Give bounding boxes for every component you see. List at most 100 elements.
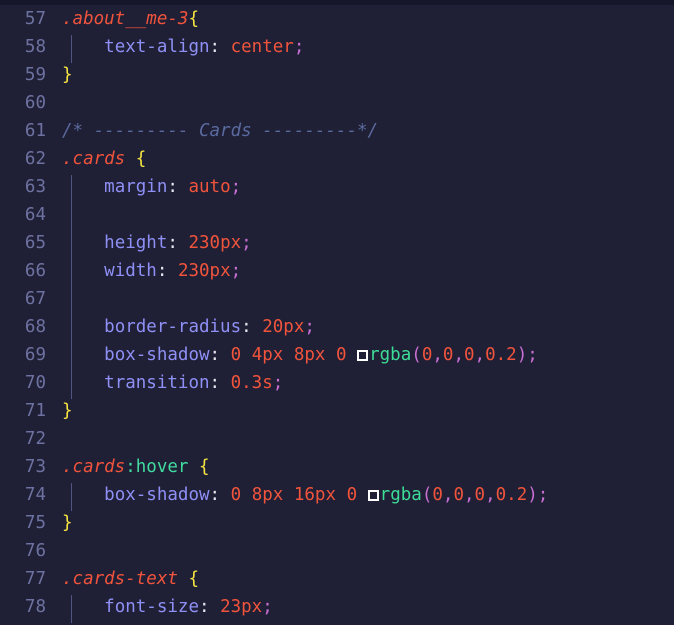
token-semi: ; [527, 345, 538, 365]
token-colon: : [241, 317, 252, 337]
indent-guide [71, 287, 72, 315]
token-val: center [230, 37, 294, 57]
token-comma: , [432, 345, 443, 365]
token-num: 0 [421, 345, 433, 365]
code-line[interactable]: 63 margin: auto; [0, 173, 674, 203]
token-brace: } [62, 65, 73, 85]
token-comma: , [442, 485, 454, 505]
code-line[interactable]: 59} [0, 61, 674, 89]
code-line[interactable]: 72 [0, 425, 674, 453]
token-num: 4px [251, 345, 284, 365]
token-val: auto [188, 177, 231, 197]
code-line[interactable]: 71} [0, 397, 674, 425]
token-prop: margin [104, 177, 168, 197]
token-prop: width [104, 261, 157, 281]
token-prop: border-radius [104, 317, 242, 337]
code-line[interactable]: 68 border-radius: 20px; [0, 313, 674, 343]
token-semi: ; [304, 317, 315, 337]
token-num: 0.3s [230, 373, 273, 393]
line-text: box-shadow: 0 8px 16px 0 rgba(0,0,0,0.2)… [62, 481, 548, 509]
token-sel: .cards [62, 457, 126, 477]
token-pseudo: :hover [125, 457, 189, 477]
code-line[interactable]: 77 .cards-text { [0, 565, 674, 593]
code-line[interactable]: 58 text-align: center; [0, 33, 674, 63]
code-line[interactable]: 65 height: 230px; [0, 229, 674, 259]
token-prop: box-shadow [104, 485, 210, 505]
token-comma: , [464, 485, 475, 505]
line-text: } [62, 61, 73, 89]
code-line[interactable]: 75} [0, 509, 674, 537]
code-line[interactable]: 76 [0, 537, 674, 565]
line-text: width: 230px; [62, 257, 241, 285]
token-paren: ( [421, 485, 433, 505]
token-num: 0 [442, 345, 454, 365]
code-line[interactable]: 69 box-shadow: 0 4px 8px 0 rgba(0,0,0,0.… [0, 341, 674, 371]
line-text: height: 230px; [62, 229, 252, 257]
line-number: 76 [24, 541, 46, 561]
color-preview-swatch-icon[interactable] [357, 350, 369, 361]
color-preview-swatch-icon[interactable] [367, 490, 379, 501]
code-line[interactable]: 73 .cards:hover { [0, 453, 674, 481]
token-num: 0 [346, 485, 358, 505]
token-colon: : [167, 177, 178, 197]
token-sel: .about__me-3 [62, 9, 189, 29]
code-line[interactable]: 74 box-shadow: 0 8px 16px 0 rgba(0,0,0,0… [0, 481, 674, 511]
token-prop: font-size [104, 597, 199, 617]
line-number: 59 [24, 65, 46, 85]
token-num: 8px [251, 485, 284, 505]
code-editor[interactable]: 57 .about__me-3{58 text-align: center; 59}… [0, 0, 674, 625]
code-line[interactable]: 78 font-size: 23px; [0, 593, 674, 623]
token-colon: : [156, 261, 168, 281]
token-semi: ; [230, 177, 242, 197]
code-line[interactable]: 67 [0, 285, 674, 315]
token-num: 0.2 [485, 345, 517, 365]
code-line[interactable]: 57 .about__me-3{ [0, 5, 674, 33]
code-line[interactable]: 62 .cards { [0, 145, 674, 173]
line-number: 57 [24, 9, 46, 29]
line-text: .cards:hover { [62, 453, 210, 481]
code-line[interactable]: 64 [0, 201, 674, 231]
line-number: 71 [24, 401, 46, 421]
line-text: font-size: 23px; [62, 593, 273, 621]
line-number: 58 [24, 37, 46, 57]
code-line[interactable]: 70 transition: 0.3s; [0, 369, 674, 399]
line-text: margin: auto; [62, 173, 241, 201]
token-brace: { [198, 457, 210, 477]
line-text: text-align: center; [62, 33, 304, 61]
token-colon: : [167, 233, 178, 253]
line-number: 74 [24, 485, 46, 505]
line-number: 66 [24, 261, 46, 281]
token-brace: } [62, 401, 73, 421]
line-number: 78 [24, 597, 46, 617]
line-text: /* --------- Cards ---------*/ [62, 117, 378, 145]
token-colon: : [209, 37, 221, 57]
token-num: 16px [293, 485, 337, 505]
token-semi: ; [262, 597, 273, 617]
token-semi: ; [272, 373, 284, 393]
code-line[interactable]: 61 /* --------- Cards ---------*/ [0, 117, 674, 145]
token-num: 0 [474, 485, 486, 505]
code-line[interactable]: 60 [0, 89, 674, 117]
code-content-area[interactable]: 57 .about__me-3{58 text-align: center; 59}… [0, 5, 674, 625]
token-brace: { [188, 9, 199, 29]
token-num: 0 [230, 345, 242, 365]
line-number: 63 [24, 177, 46, 197]
code-line[interactable]: 66 width: 230px; [0, 257, 674, 287]
token-num: 0 [464, 345, 475, 365]
